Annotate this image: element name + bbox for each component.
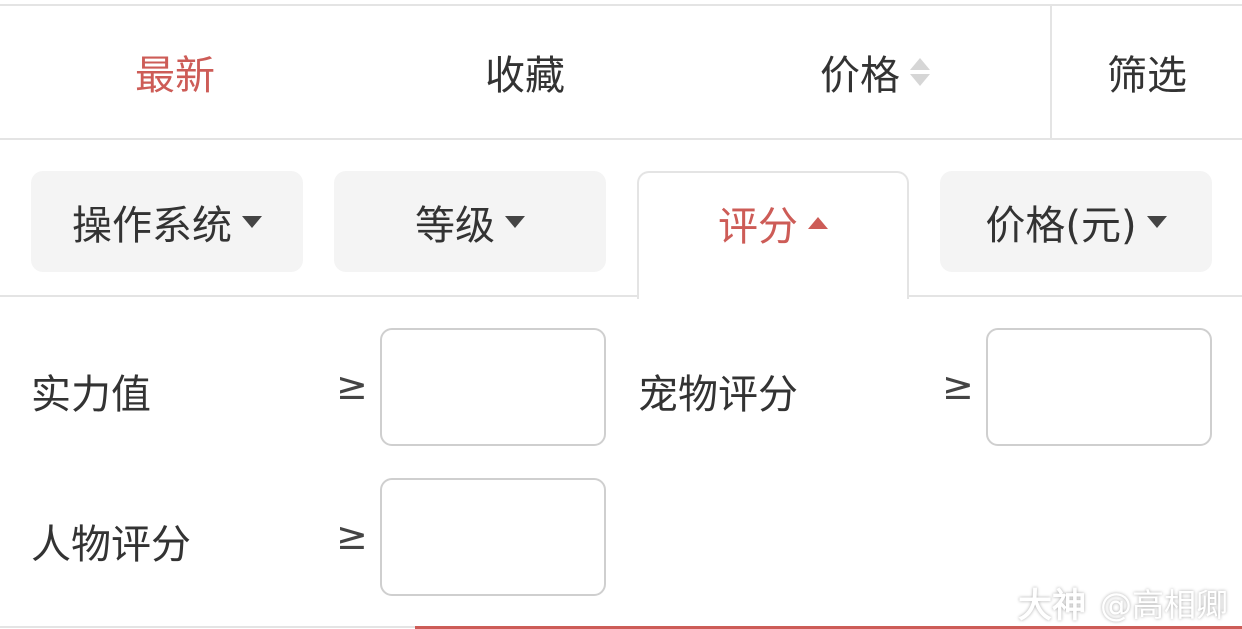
tab-rating-label: 评分	[718, 203, 798, 250]
tab-operating-system-label: 操作系统	[72, 202, 232, 249]
pet-rating-input[interactable]	[986, 328, 1212, 446]
sort-price-label: 价格	[820, 53, 900, 99]
caret-up-icon	[808, 216, 828, 229]
character-rating-input[interactable]	[380, 478, 606, 596]
watermark: 大神 @高相卿	[1018, 578, 1228, 627]
tab-price[interactable]: 价格(元)	[940, 171, 1212, 272]
watermark-user: @高相卿	[1099, 585, 1228, 624]
caret-down-icon	[505, 215, 525, 228]
sort-arrows-icon	[910, 58, 930, 86]
sort-favorites-label: 收藏	[485, 53, 565, 99]
caret-down-icon	[242, 215, 262, 228]
tab-rating[interactable]: 评分	[637, 171, 909, 299]
filter-button[interactable]: 筛选	[1050, 4, 1242, 140]
sort-down-icon	[910, 74, 930, 86]
filter-button-label: 筛选	[1107, 53, 1187, 99]
filter-category-tabs: 操作系统 等级 评分 价格(元)	[0, 140, 1242, 299]
strength-input[interactable]	[380, 328, 606, 446]
sort-favorites-tab[interactable]: 收藏	[350, 6, 700, 138]
character-rating-label: 人物评分	[31, 522, 191, 568]
pet-rating-operator: ≥	[942, 364, 974, 408]
strength-label: 实力值	[31, 372, 151, 418]
filter-page: 最新 收藏 价格 筛选 操作系统 等级 评分 价格(元) 实力值 ≥ 宠物评分 …	[0, 0, 1242, 629]
strength-operator: ≥	[336, 364, 368, 408]
caret-down-icon	[1146, 215, 1167, 228]
pet-rating-label: 宠物评分	[638, 372, 798, 418]
sort-price-tab[interactable]: 价格	[700, 6, 1050, 138]
sort-bar: 最新 收藏 价格 筛选	[0, 4, 1242, 140]
character-rating-operator: ≥	[336, 514, 368, 558]
tab-level-label: 等级	[415, 202, 495, 249]
tab-operating-system[interactable]: 操作系统	[31, 171, 303, 272]
sort-latest-tab[interactable]: 最新	[0, 6, 350, 138]
sort-latest-label: 最新	[135, 53, 215, 99]
tab-level[interactable]: 等级	[334, 171, 606, 272]
sort-up-icon	[910, 58, 930, 70]
tab-price-label: 价格(元)	[985, 202, 1137, 249]
watermark-logo: 大神	[1017, 586, 1086, 626]
